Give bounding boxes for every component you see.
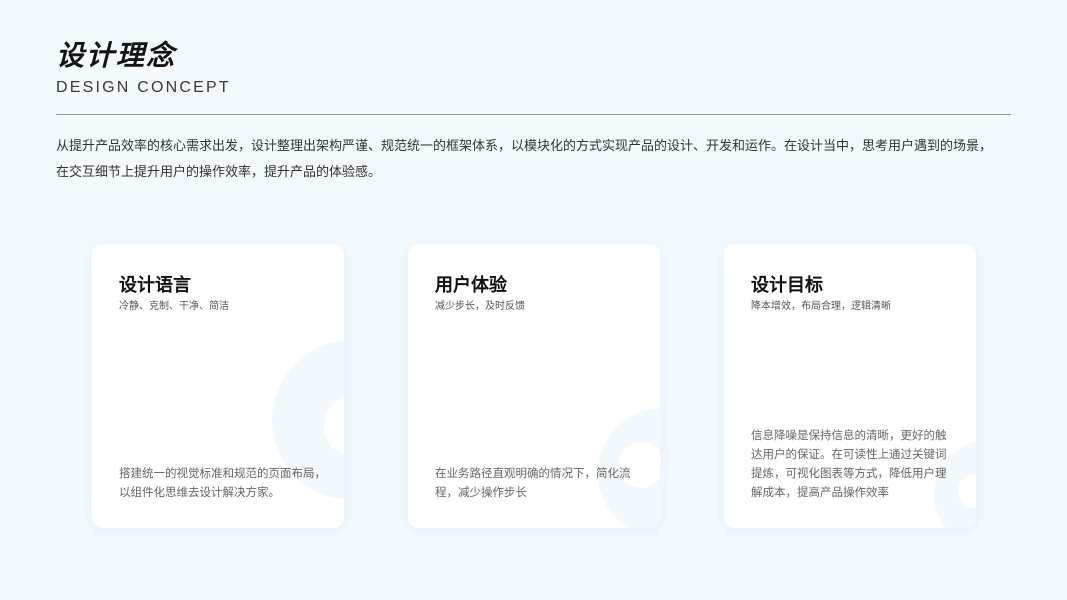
design-concept-page: 设计理念 DESIGN CONCEPT 从提升产品效率的核心需求出发，设计整理出… bbox=[0, 0, 1067, 600]
card-subtitle: 减少步长，及时反馈 bbox=[435, 301, 525, 312]
card-description: 在业务路径直观明确的情况下，简化流 程，减少操作步长 bbox=[435, 464, 639, 502]
card-description-line: 在业务路径直观明确的情况下，简化流 bbox=[435, 466, 631, 480]
page-title: 设计理念 bbox=[56, 39, 177, 72]
card-description: 搭建统一的视觉标准和规范的页面布局， 以组件化思维去设计解决方家。 bbox=[119, 464, 326, 502]
card-subtitle: 冷静、克制、干净、简洁 bbox=[119, 301, 229, 312]
card-description-line: 达用户的保证。在可读性上通过关键词 bbox=[751, 447, 947, 461]
intro-line: 从提升产品效率的核心需求出发，设计整理出架构严谨、规范统一的框架体系，以模块化的… bbox=[56, 139, 993, 154]
card-description-line: 搭建统一的视觉标准和规范的页面布局， bbox=[119, 466, 326, 480]
card-description-line: 解成本，提高产品操作效率 bbox=[751, 485, 889, 499]
card-description: 信息降噪是保持信息的清晰，更好的触 达用户的保证。在可读性上通过关键词 提炼，可… bbox=[751, 426, 955, 502]
intro-line: 在交互细节上提升用户的操作效率，提升产品的体验感。 bbox=[56, 165, 382, 180]
card-user-experience: 用户体验 减少步长，及时反馈 在业务路径直观明确的情况下，简化流 程，减少操作步… bbox=[408, 244, 660, 528]
card-design-goal: 设计目标 降本增效，布局合理，逻辑清晰 信息降噪是保持信息的清晰，更好的触 达用… bbox=[724, 244, 976, 528]
card-subtitle: 降本增效，布局合理，逻辑清晰 bbox=[751, 301, 891, 312]
card-design-language: 设计语言 冷静、克制、干净、简洁 搭建统一的视觉标准和规范的页面布局， 以组件化… bbox=[92, 244, 344, 528]
card-description-line: 提炼，可视化图表等方式，降低用户理 bbox=[751, 466, 947, 480]
card-description-line: 程，减少操作步长 bbox=[435, 485, 527, 499]
page-subtitle: DESIGN CONCEPT bbox=[56, 79, 231, 96]
intro-paragraph: 从提升产品效率的核心需求出发，设计整理出架构严谨、规范统一的框架体系，以模块化的… bbox=[56, 134, 1016, 186]
card-description-line: 信息降噪是保持信息的清晰，更好的触 bbox=[751, 428, 947, 442]
header-divider bbox=[56, 114, 1011, 115]
card-title: 设计目标 bbox=[751, 275, 823, 296]
card-title: 设计语言 bbox=[119, 275, 191, 296]
card-title: 用户体验 bbox=[435, 275, 507, 296]
card-description-line: 以组件化思维去设计解决方家。 bbox=[119, 485, 280, 499]
